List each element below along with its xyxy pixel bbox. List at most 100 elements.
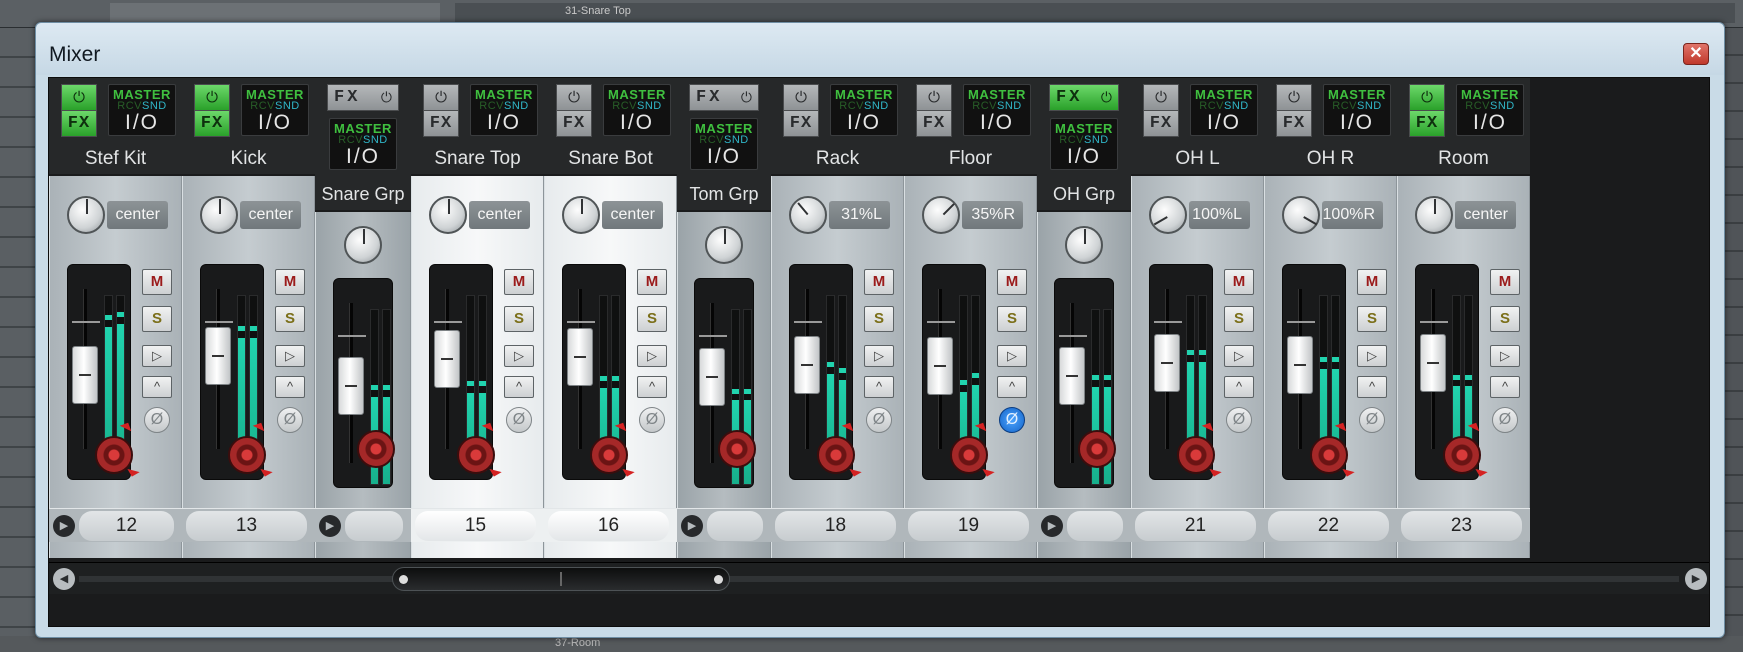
phase-invert-icon[interactable]: Ø [639, 407, 665, 433]
track-name[interactable]: Room [1397, 148, 1530, 170]
track-number[interactable]: 16 [548, 511, 669, 541]
fx-chain-icon[interactable]: ▷ [142, 345, 172, 367]
scroll-handle-left[interactable] [399, 575, 408, 584]
mute-button[interactable]: M [864, 269, 894, 295]
fx-bypass-icon[interactable]: ⏻ [423, 84, 459, 111]
fx-bypass-icon[interactable]: ⏻ [1101, 89, 1112, 106]
volume-fader[interactable] [1287, 336, 1313, 394]
scroll-thumb[interactable] [392, 567, 730, 591]
io-routing-button[interactable]: MASTER RCVSND I/O [1050, 118, 1118, 170]
fx-button[interactable]: FX ⏻ [327, 84, 399, 111]
volume-fader[interactable] [927, 337, 953, 395]
pan-value[interactable]: center [469, 201, 530, 229]
pan-value[interactable]: center [602, 201, 663, 229]
io-routing-button[interactable]: MASTER RCVSND I/O [108, 84, 176, 136]
track-name[interactable]: Snare Grp [315, 184, 411, 205]
track-name[interactable]: Floor [904, 148, 1037, 170]
solo-button[interactable]: S [997, 306, 1027, 332]
fx-bypass-icon[interactable]: ⏻ [1409, 84, 1445, 111]
track-number[interactable]: 12 [79, 511, 174, 541]
io-routing-button[interactable]: MASTER RCVSND I/O [690, 118, 758, 170]
volume-fader[interactable] [1420, 334, 1446, 392]
track-number[interactable]: 18 [775, 511, 896, 541]
volume-fader[interactable] [794, 336, 820, 394]
io-routing-button[interactable]: MASTER RCVSND I/O [830, 84, 898, 136]
fx-chain-icon[interactable]: ▷ [275, 345, 305, 367]
phase-invert-icon[interactable]: Ø [277, 407, 303, 433]
io-routing-button[interactable]: MASTER RCVSND I/O [470, 84, 538, 136]
volume-fader[interactable] [72, 346, 98, 404]
mute-button[interactable]: M [997, 269, 1027, 295]
fx-chain-icon[interactable]: ▷ [637, 345, 667, 367]
fx-bypass-icon[interactable]: ⏻ [783, 84, 819, 111]
horizontal-scrollbar[interactable]: ◀ ▶ [49, 562, 1709, 594]
fx-button[interactable]: FX [783, 110, 819, 137]
fx-chain-icon[interactable]: ▷ [504, 345, 534, 367]
fx-button[interactable]: FX [194, 110, 230, 137]
track-name[interactable]: Snare Bot [544, 148, 677, 170]
pan-knob[interactable] [562, 196, 600, 234]
automation-mode-icon[interactable]: ^ [142, 376, 172, 398]
track-number[interactable]: 21 [1135, 511, 1256, 541]
pan-knob[interactable] [789, 196, 827, 234]
solo-button[interactable]: S [275, 306, 305, 332]
track-number[interactable]: 19 [908, 511, 1029, 541]
mute-button[interactable]: M [1357, 269, 1387, 295]
solo-button[interactable]: S [1224, 306, 1254, 332]
pan-knob[interactable] [1149, 196, 1187, 234]
track-number[interactable] [345, 511, 403, 541]
track-name[interactable]: Tom Grp [677, 184, 771, 205]
mute-button[interactable]: M [504, 269, 534, 295]
volume-fader[interactable] [434, 330, 460, 388]
fx-bypass-icon[interactable]: ⏻ [741, 89, 752, 106]
fx-button[interactable]: FX [916, 110, 952, 137]
folder-expand-icon[interactable]: ▶ [1041, 515, 1063, 537]
pan-value[interactable]: center [107, 201, 168, 229]
mute-button[interactable]: M [1490, 269, 1520, 295]
phase-invert-icon[interactable]: Ø [506, 407, 532, 433]
fx-chain-icon[interactable]: ▷ [1224, 345, 1254, 367]
fx-button[interactable]: FX [61, 110, 97, 137]
close-button[interactable]: ✕ [1683, 43, 1709, 65]
scroll-handle-right[interactable] [714, 575, 723, 584]
track-number[interactable] [1067, 511, 1123, 541]
fx-button[interactable]: FX [556, 110, 592, 137]
phase-invert-icon[interactable]: Ø [1226, 407, 1252, 433]
folder-expand-icon[interactable]: ▶ [681, 515, 703, 537]
mute-button[interactable]: M [142, 269, 172, 295]
volume-fader[interactable] [699, 348, 725, 406]
fx-button[interactable]: FX [423, 110, 459, 137]
automation-mode-icon[interactable]: ^ [997, 376, 1027, 398]
window-titlebar[interactable]: Mixer ✕ [36, 23, 1724, 75]
pan-knob[interactable] [705, 226, 743, 264]
record-arm-button[interactable] [1078, 430, 1116, 468]
volume-fader[interactable] [567, 328, 593, 386]
automation-mode-icon[interactable]: ^ [637, 376, 667, 398]
io-routing-button[interactable]: MASTER RCVSND I/O [1323, 84, 1391, 136]
track-name[interactable]: Kick [182, 148, 315, 170]
volume-fader[interactable] [205, 327, 231, 385]
folder-expand-icon[interactable]: ▶ [53, 515, 75, 537]
pan-value[interactable]: 100%R [1322, 201, 1383, 229]
pan-knob[interactable] [200, 196, 238, 234]
solo-button[interactable]: S [142, 306, 172, 332]
mute-button[interactable]: M [275, 269, 305, 295]
track-number[interactable]: 22 [1268, 511, 1389, 541]
pan-knob[interactable] [922, 196, 960, 234]
volume-fader[interactable] [1059, 347, 1085, 405]
scroll-right-icon[interactable]: ▶ [1685, 568, 1707, 590]
solo-button[interactable]: S [1490, 306, 1520, 332]
phase-invert-icon[interactable]: Ø [999, 407, 1025, 433]
phase-invert-icon[interactable]: Ø [1359, 407, 1385, 433]
fx-bypass-icon[interactable]: ⏻ [916, 84, 952, 111]
track-name[interactable]: OH Grp [1037, 184, 1131, 205]
automation-mode-icon[interactable]: ^ [1490, 376, 1520, 398]
scroll-track[interactable] [79, 576, 1679, 582]
track-name[interactable]: Stef Kit [49, 148, 182, 170]
io-routing-button[interactable]: MASTER RCVSND I/O [963, 84, 1031, 136]
pan-value[interactable]: center [1455, 201, 1516, 229]
track-number[interactable] [707, 511, 763, 541]
track-number[interactable]: 13 [186, 511, 307, 541]
scroll-left-icon[interactable]: ◀ [53, 568, 75, 590]
pan-knob[interactable] [1065, 226, 1103, 264]
